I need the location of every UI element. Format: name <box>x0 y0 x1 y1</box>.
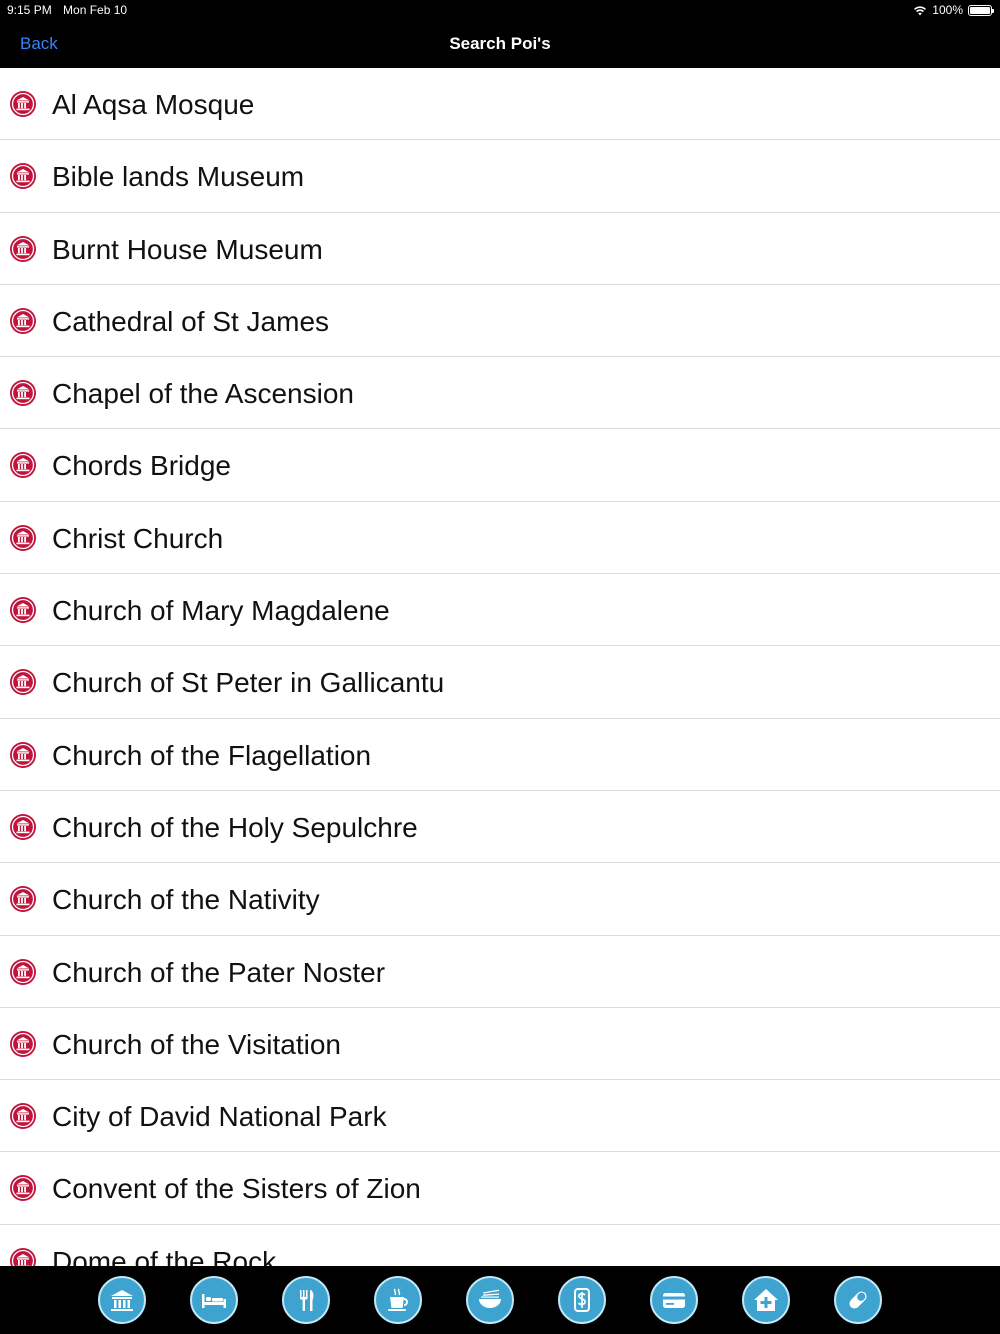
list-item-label: Church of the Visitation <box>52 1028 341 1060</box>
tab-fork-knife[interactable] <box>282 1276 330 1324</box>
battery-icon <box>968 4 994 16</box>
museum-icon <box>111 1290 133 1311</box>
page-title: Search Poi's <box>449 34 551 53</box>
list-item[interactable]: Church of St Peter in Gallicantu <box>0 646 1000 719</box>
museum-icon <box>9 1247 37 1266</box>
battery-fill <box>970 6 990 14</box>
poi-list[interactable]: Al Aqsa Mosque Bible lands Museum Burnt Ho… <box>0 68 1000 1266</box>
list-item-label: Church of St Peter in Gallicantu <box>52 667 445 699</box>
list-item[interactable]: Burnt House Museum <box>0 213 1000 285</box>
museum-icon <box>9 1174 37 1202</box>
nav-bar: Back Search Poi's <box>0 20 1000 68</box>
museum-icon <box>9 813 37 841</box>
tab-noodle-bowl[interactable] <box>466 1276 514 1324</box>
list-item[interactable]: Al Aqsa Mosque <box>0 68 1000 141</box>
museum-icon <box>9 958 37 986</box>
museum-icon <box>9 596 37 624</box>
list-item[interactable]: Church of the Nativity <box>0 863 1000 936</box>
museum-icon <box>9 451 37 479</box>
category-tab-bar <box>0 1266 1000 1334</box>
list-item-label: Church of the Holy Sepulchre <box>52 811 418 843</box>
museum-icon <box>9 379 37 407</box>
list-item[interactable]: Bible lands Museum <box>0 140 1000 213</box>
status-bar: 9:15 PM Mon Feb 10 100% <box>0 0 1000 20</box>
coffee-cup-icon <box>388 1288 408 1311</box>
museum-icon <box>9 1102 37 1130</box>
museum-icon <box>9 162 37 190</box>
museum-icon <box>9 1030 37 1058</box>
museum-icon <box>9 235 37 263</box>
list-item-label: Church of the Nativity <box>52 884 320 916</box>
list-item-label: Christ Church <box>52 522 224 554</box>
list-item[interactable]: Chords Bridge <box>0 429 1000 502</box>
status-date: Mon Feb 10 <box>63 3 128 17</box>
tab-pill[interactable] <box>834 1276 882 1324</box>
tab-credit-card[interactable] <box>650 1276 698 1324</box>
museum-icon <box>9 307 37 335</box>
battery-percent: 100% <box>932 3 963 17</box>
dollar-icon <box>574 1288 590 1312</box>
tab-bed[interactable] <box>190 1276 238 1324</box>
list-item-label: Church of Mary Magdalene <box>52 595 390 627</box>
list-item[interactable]: Christ Church <box>0 502 1000 575</box>
museum-icon <box>9 90 37 118</box>
credit-card-icon <box>663 1293 685 1308</box>
list-item-label: Convent of the Sisters of Zion <box>52 1173 421 1205</box>
noodle-bowl-icon <box>479 1289 501 1308</box>
list-item-label: Bible lands Museum <box>52 161 305 193</box>
list-item-label: Church of the Pater Noster <box>52 956 386 988</box>
museum-icon <box>9 885 37 913</box>
list-item-label: Chords Bridge <box>52 450 231 482</box>
wifi-icon <box>914 5 927 15</box>
tab-museum[interactable] <box>98 1276 146 1324</box>
fork-knife-icon <box>300 1290 314 1311</box>
list-item[interactable]: Church of the Holy Sepulchre <box>0 791 1000 864</box>
list-item[interactable]: Convent of the Sisters of Zion <box>0 1152 1000 1225</box>
tab-hospital[interactable] <box>742 1276 790 1324</box>
museum-icon <box>9 741 37 769</box>
status-left: 9:15 PM Mon Feb 10 <box>7 3 135 17</box>
tab-dollar[interactable] <box>558 1276 606 1324</box>
status-time: 9:15 PM <box>7 3 52 17</box>
list-item-label: City of David National Park <box>52 1101 387 1133</box>
list-item-label: Chapel of the Ascension <box>52 378 354 410</box>
list-item-label: Burnt House Museum <box>52 233 323 265</box>
pill-icon <box>849 1291 867 1309</box>
list-item-label: Al Aqsa Mosque <box>52 89 255 120</box>
hospital-icon <box>754 1289 778 1311</box>
list-item[interactable]: Church of the Pater Noster <box>0 936 1000 1008</box>
list-item-label: Cathedral of St James <box>52 305 330 337</box>
tab-coffee-cup[interactable] <box>374 1276 422 1324</box>
museum-icon <box>9 524 37 552</box>
list-item[interactable]: Dome of the Rock <box>0 1225 1000 1266</box>
list-item[interactable]: Cathedral of St James <box>0 285 1000 358</box>
list-item[interactable]: City of David National Park <box>0 1080 1000 1153</box>
museum-icon <box>9 668 37 696</box>
list-item[interactable]: Church of the Visitation <box>0 1008 1000 1081</box>
bed-icon <box>202 1294 226 1308</box>
list-item-label: Dome of the Rock <box>52 1245 277 1266</box>
list-item[interactable]: Church of Mary Magdalene <box>0 574 1000 647</box>
list-item[interactable]: Chapel of the Ascension <box>0 357 1000 430</box>
list-item-label: Church of the Flagellation <box>52 739 372 771</box>
status-right: 100% <box>913 3 994 17</box>
list-item[interactable]: Church of the Flagellation <box>0 719 1000 791</box>
